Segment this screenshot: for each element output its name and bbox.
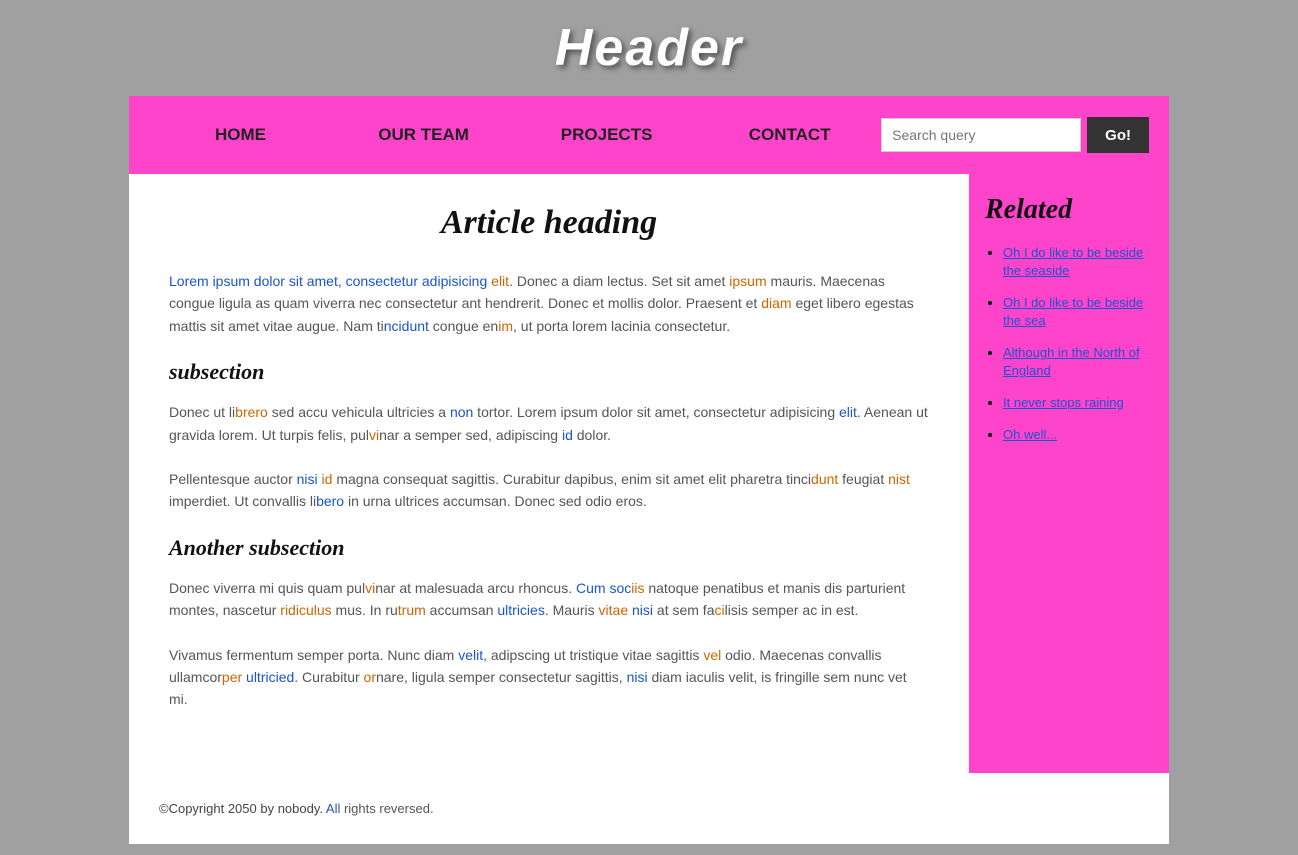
site-header: Header: [0, 0, 1298, 96]
sidebar-link-item-4: It never stops raining: [1003, 394, 1153, 412]
nav-home[interactable]: HOME: [149, 115, 332, 155]
nav-links: HOME OUR TEAM PROJECTS CONTACT: [149, 115, 881, 155]
article-paragraph-2: Donec ut librero sed accu vehicula ultri…: [169, 401, 929, 446]
sidebar-link-item-5: Oh well...: [1003, 426, 1153, 444]
main-article: Article heading Lorem ipsum dolor sit am…: [129, 174, 969, 773]
subsection-1-heading: subsection: [169, 359, 929, 385]
nav-projects[interactable]: PROJECTS: [515, 115, 698, 155]
subsection-2-heading: Another subsection: [169, 535, 929, 561]
sidebar-link-5[interactable]: Oh well...: [1003, 427, 1057, 442]
sidebar: Related Oh I do like to be beside the se…: [969, 174, 1169, 773]
article-paragraph-3: Pellentesque auctor nisi id magna conseq…: [169, 468, 929, 513]
sidebar-link-item-3: Although in the North of England: [1003, 344, 1153, 380]
site-title: Header: [555, 19, 743, 77]
article-paragraph-1: Lorem ipsum dolor sit amet, consectetur …: [169, 270, 929, 337]
article-heading: Article heading: [169, 204, 929, 242]
footer: ©Copyright 2050 by nobody. All rights re…: [129, 773, 1169, 844]
search-input[interactable]: [881, 118, 1081, 152]
footer-text: ©Copyright 2050 by nobody. All rights re…: [159, 801, 434, 816]
sidebar-heading: Related: [985, 194, 1153, 226]
wrapper: HOME OUR TEAM PROJECTS CONTACT Go! Artic…: [129, 96, 1169, 844]
sidebar-link-item-1: Oh I do like to be beside the seaside: [1003, 244, 1153, 280]
sidebar-link-2[interactable]: Oh I do like to be beside the sea: [1003, 295, 1143, 328]
article-paragraph-4: Donec viverra mi quis quam pulvinar at m…: [169, 577, 929, 622]
sidebar-link-4[interactable]: It never stops raining: [1003, 395, 1124, 410]
article-paragraph-5: Vivamus fermentum semper porta. Nunc dia…: [169, 644, 929, 711]
search-button[interactable]: Go!: [1087, 117, 1149, 153]
nav-our-team[interactable]: OUR TEAM: [332, 115, 515, 155]
sidebar-link-item-2: Oh I do like to be beside the sea: [1003, 294, 1153, 330]
nav-contact[interactable]: CONTACT: [698, 115, 881, 155]
nav-search: Go!: [881, 117, 1149, 153]
sidebar-links-list: Oh I do like to be beside the seaside Oh…: [985, 244, 1153, 444]
sidebar-link-3[interactable]: Although in the North of England: [1003, 345, 1140, 378]
content-area: Article heading Lorem ipsum dolor sit am…: [129, 174, 1169, 773]
navbar: HOME OUR TEAM PROJECTS CONTACT Go!: [129, 96, 1169, 174]
sidebar-link-1[interactable]: Oh I do like to be beside the seaside: [1003, 245, 1143, 278]
